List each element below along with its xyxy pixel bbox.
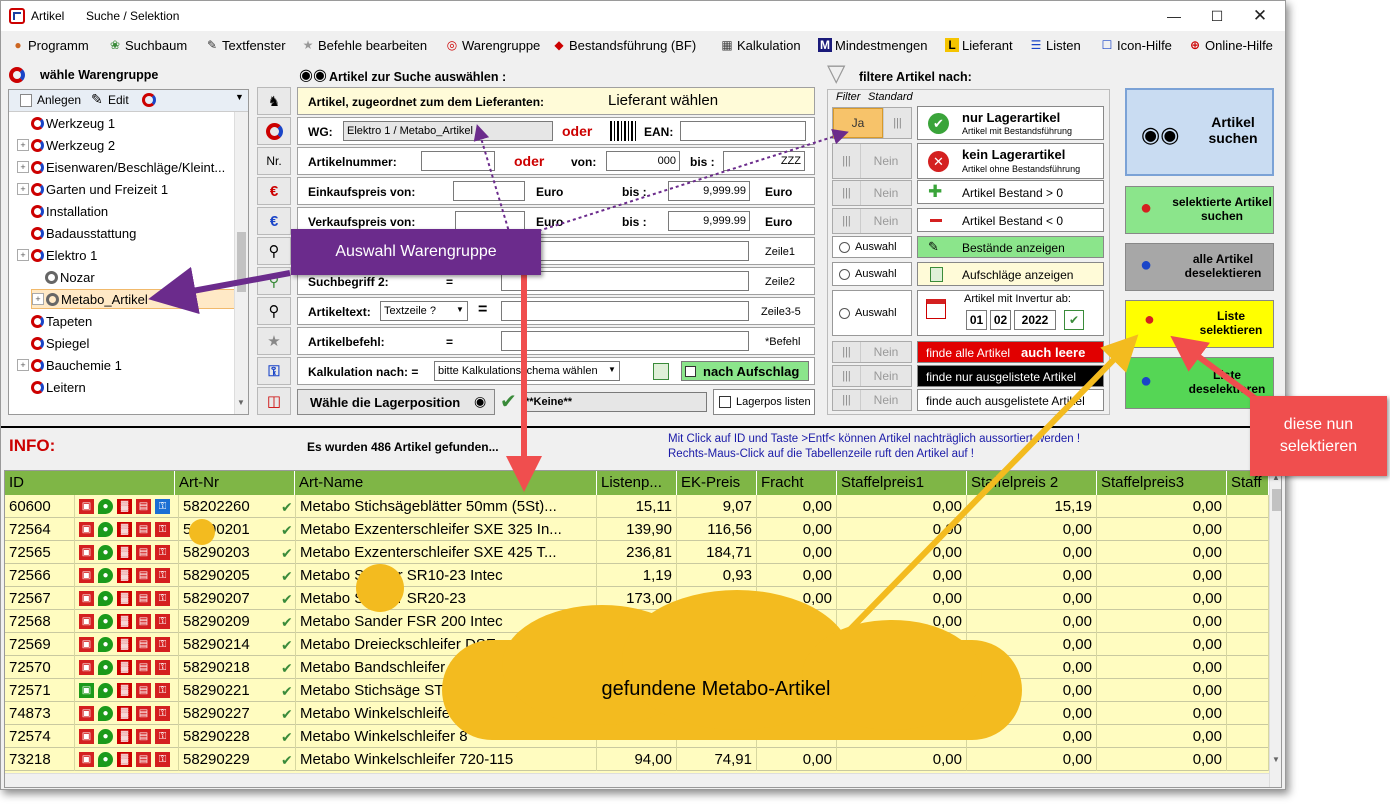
cloud-callout: gefundene Metabo-Artikel	[442, 590, 1022, 750]
selektieren-callout: diese nun selektieren	[1250, 396, 1387, 476]
dotted-arrow	[473, 124, 511, 236]
dotted-arrow	[509, 129, 849, 241]
warengruppe-callout: Auswahl Warengruppe	[291, 229, 541, 275]
cloud-text: gefundene Metabo-Artikel	[601, 678, 831, 700]
purple-arrow	[148, 266, 291, 315]
red-arrow	[1170, 335, 1262, 405]
